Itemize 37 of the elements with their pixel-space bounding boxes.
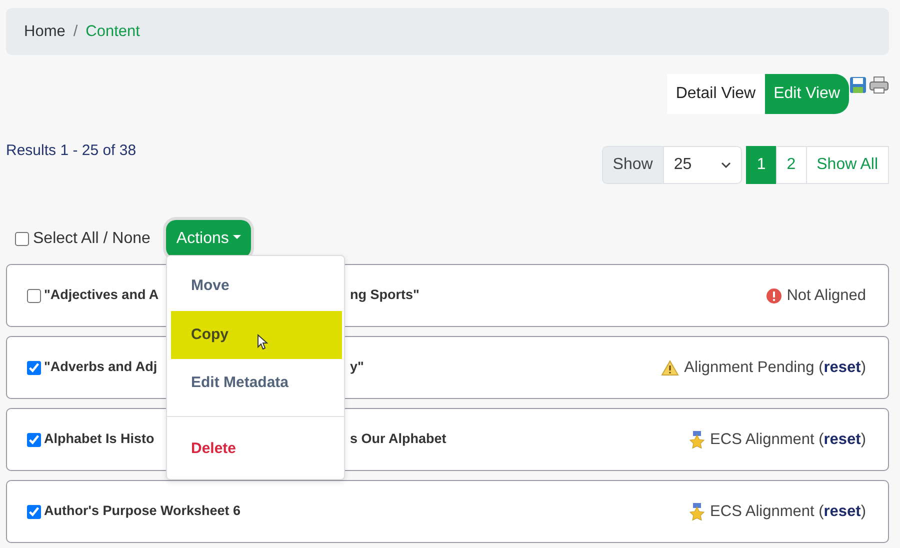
select-all-label: Select All / None (33, 229, 150, 249)
print-icon[interactable] (869, 76, 889, 94)
alignment-status: Alignment Pending (reset) (684, 358, 866, 378)
show-label: Show (602, 146, 664, 184)
item-title[interactable]: "Adverbs and Adj (44, 359, 158, 374)
item-title[interactable]: Author's Purpose Worksheet 6 (44, 503, 241, 518)
save-icon[interactable] (849, 76, 867, 94)
item-title[interactable]: Alphabet Is Histo (44, 431, 154, 446)
breadcrumb-link[interactable]: Home (24, 20, 66, 44)
menu-item[interactable]: Move (171, 262, 342, 310)
breadcrumb-separator: / (73, 22, 78, 42)
checkbox[interactable] (27, 360, 41, 374)
warning-icon (661, 360, 680, 376)
view-tab[interactable]: Detail View (666, 74, 765, 114)
checkbox[interactable] (27, 288, 41, 302)
item-title[interactable]: "Adjectives and A (44, 287, 159, 302)
checkbox[interactable] (27, 432, 41, 446)
checkbox[interactable] (15, 232, 29, 246)
menu-item[interactable]: Copy (171, 310, 342, 359)
menu-item[interactable]: Edit Metadata (171, 359, 342, 408)
alert-icon (766, 288, 782, 304)
medal-icon (689, 430, 706, 448)
alignment-status: ECS Alignment (reset) (710, 502, 866, 522)
pointer-icon (257, 334, 268, 350)
page-link[interactable]: 2 (776, 146, 807, 184)
item-title[interactable]: y" (350, 359, 364, 374)
item-title[interactable]: s Our Alphabet (350, 431, 446, 446)
medal-icon (689, 502, 706, 520)
menu-item[interactable]: Delete (171, 424, 342, 473)
results-count: Results 1 - 25 of 38 (6, 142, 136, 159)
alignment-status: ECS Alignment (reset) (710, 430, 866, 450)
checkbox[interactable] (27, 504, 41, 518)
item-title[interactable]: ng Sports" (350, 287, 420, 302)
chevron-icon (720, 162, 731, 168)
page-size-select[interactable]: 25 (664, 146, 742, 184)
page-link[interactable]: Show All (806, 146, 889, 184)
alignment-status: Not Aligned (786, 286, 866, 306)
